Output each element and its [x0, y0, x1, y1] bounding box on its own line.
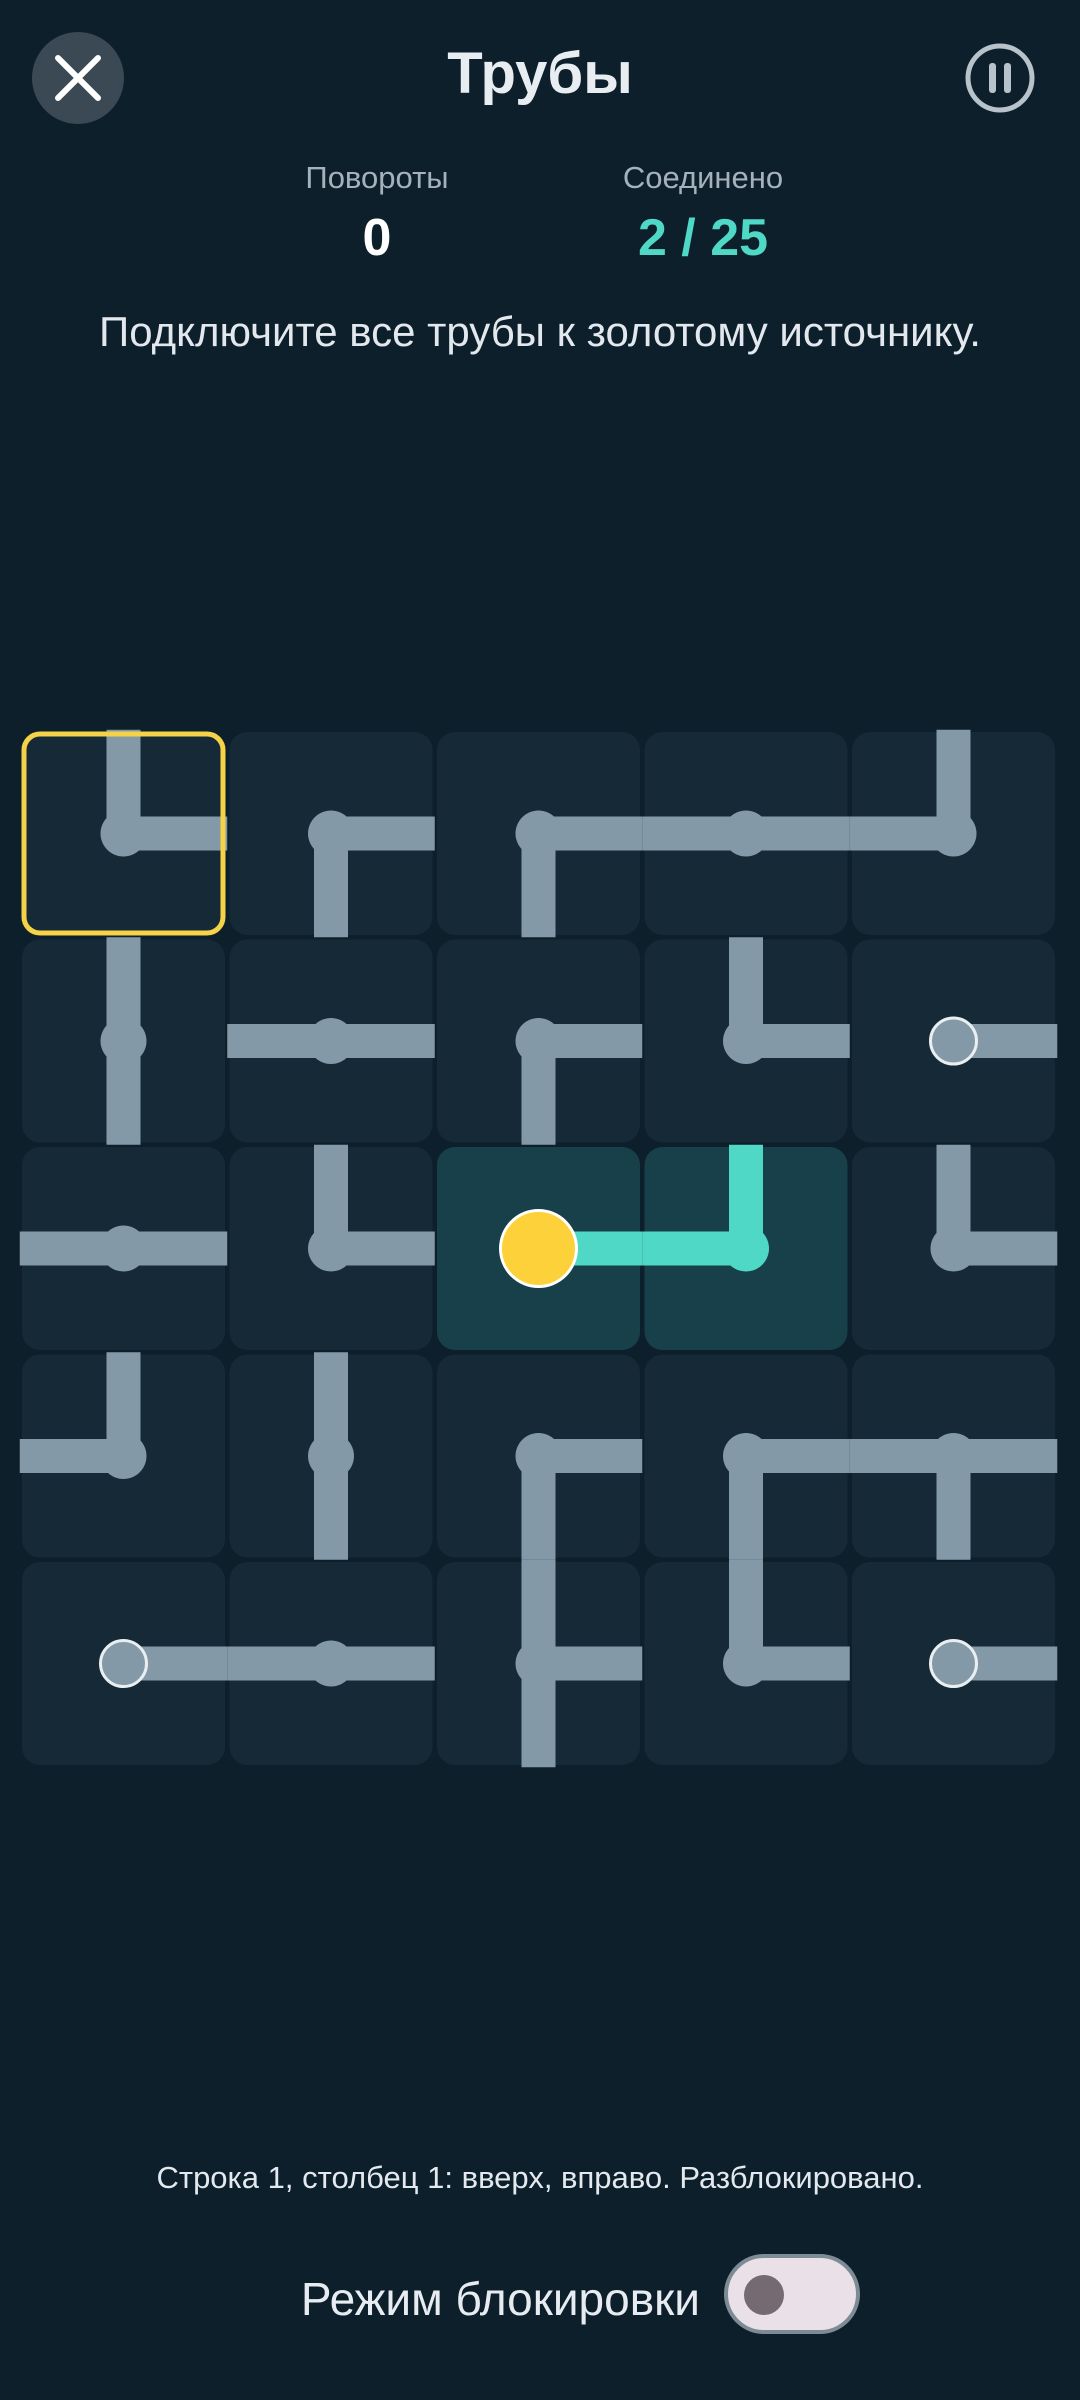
pipe-joint	[515, 1640, 562, 1687]
lock-mode-label: Режим блокировки	[300, 2273, 700, 2325]
pipe-joint	[308, 1225, 354, 1272]
pipe-joint	[723, 1225, 769, 1272]
pipe-joint	[515, 1433, 562, 1479]
pipe-joint	[515, 810, 562, 857]
pipe-joint	[930, 1225, 977, 1272]
pipe-joint	[100, 1433, 147, 1479]
pipe-joint	[723, 810, 769, 857]
terminal-node	[929, 1016, 978, 1066]
terminal-node	[99, 1639, 148, 1688]
pipe-joint	[930, 810, 977, 857]
lock-mode-row: Режим блокировки	[0, 2250, 1080, 2340]
pipe-board	[19, 729, 1058, 1768]
cell-status-text: Строка 1, столбец 1: вверх, вправо. Разб…	[156, 2160, 924, 2195]
source-node	[499, 1209, 578, 1288]
pipe-joint	[723, 1018, 769, 1064]
pipe-joint	[515, 1018, 562, 1064]
pipe-joint	[930, 1433, 977, 1479]
pipe-joint	[100, 810, 147, 857]
terminal-node	[929, 1639, 978, 1688]
toggle-knob	[744, 2275, 784, 2315]
pipe-joint	[308, 1640, 354, 1687]
pipe-joint	[308, 810, 354, 857]
pipe-joint	[100, 1018, 147, 1064]
pipe-joint	[100, 1225, 147, 1272]
pipe-joint	[723, 1640, 769, 1687]
lock-mode-toggle[interactable]	[724, 2254, 860, 2334]
pipe-joint	[308, 1018, 354, 1064]
pipe-joint	[723, 1433, 769, 1479]
pipe-joint	[308, 1433, 354, 1479]
